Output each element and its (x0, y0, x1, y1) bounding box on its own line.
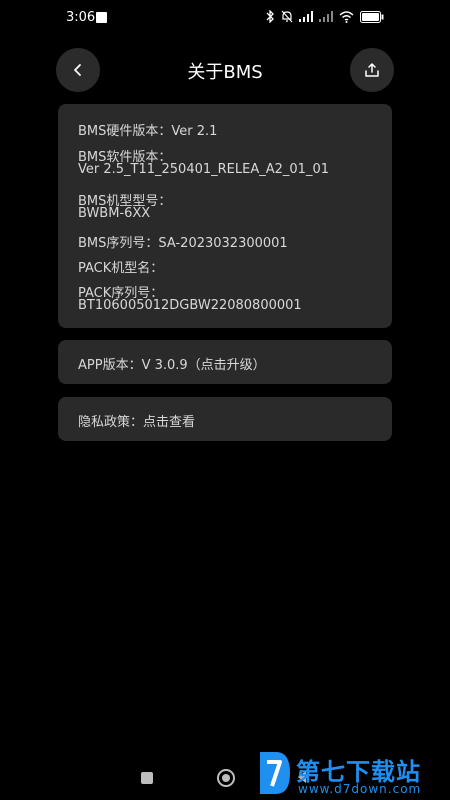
pack-serial-value: BT106005012DGBW22080800001 (78, 298, 302, 313)
app-header: 关于BMS (0, 48, 450, 94)
mute-bell-icon (281, 10, 293, 23)
watermark: 第七下载站 www.d7down.com (256, 748, 446, 800)
notification-square-icon (96, 12, 107, 23)
bluetooth-icon (266, 10, 274, 23)
watermark-url: www.d7down.com (298, 782, 422, 796)
signal-icon (319, 11, 333, 22)
privacy-policy-text: 隐私政策：点击查看 (78, 415, 196, 430)
model-value: BWBM-6XX (78, 206, 151, 221)
share-button[interactable] (350, 48, 394, 92)
app-version-text: APP版本：V 3.0.9（点击升级） (78, 358, 266, 373)
signal-icon (299, 11, 313, 22)
home-icon[interactable] (217, 769, 235, 787)
software-version-value: Ver 2.5_T11_250401_RELEA_A2_01_01 (78, 162, 329, 177)
wifi-icon (339, 10, 354, 23)
status-time: 3:06 (66, 10, 96, 25)
privacy-policy-card[interactable]: 隐私政策：点击查看 (58, 397, 392, 441)
status-bar: 3:06 (0, 0, 450, 36)
recents-icon[interactable] (141, 772, 153, 784)
bms-info-card: BMS硬件版本：Ver 2.1 BMS软件版本： Ver 2.5_T11_250… (58, 104, 392, 328)
battery-icon (360, 10, 384, 23)
hardware-version-text: BMS硬件版本：Ver 2.1 (78, 124, 218, 139)
d7-logo-icon (260, 752, 290, 794)
serial-number-text: BMS序列号：SA-2023032300001 (78, 236, 288, 251)
pack-model-text: PACK机型名： (78, 261, 164, 276)
status-icons (266, 10, 384, 23)
share-icon (365, 63, 379, 77)
app-version-card[interactable]: APP版本：V 3.0.9（点击升级） (58, 340, 392, 384)
